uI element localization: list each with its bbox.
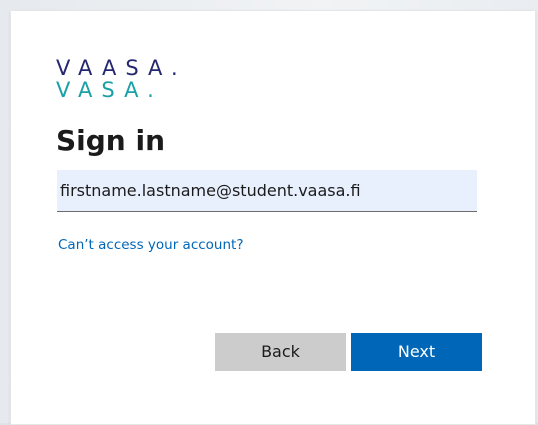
university-logo: VAASA. VASA. [56, 57, 187, 101]
back-button[interactable]: Back [215, 333, 346, 371]
logo-text-vaasa: VAASA. [56, 56, 187, 80]
logo-text-vasa: VASA. [56, 78, 163, 102]
email-field[interactable]: firstname.lastname@student.vaasa.fi [57, 170, 477, 212]
cant-access-account-link[interactable]: Can’t access your account? [58, 237, 244, 253]
page-title: Sign in [56, 124, 166, 157]
next-button[interactable]: Next [351, 333, 482, 371]
sign-in-dialog: VAASA. VASA. Sign in firstname.lastname@… [10, 10, 536, 425]
